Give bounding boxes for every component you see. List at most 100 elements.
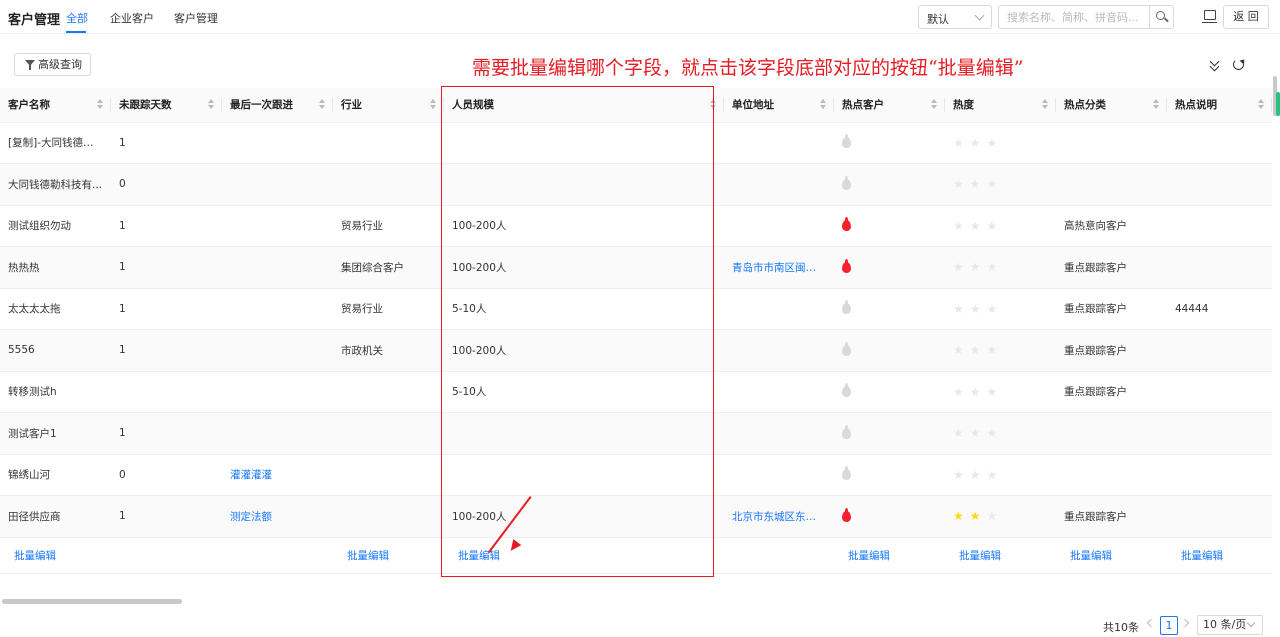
star-icon[interactable]: ★ (987, 509, 1004, 523)
star-icon[interactable]: ★ (953, 509, 970, 523)
cell-last-followup[interactable]: 测定法额 (222, 495, 333, 538)
star-icon[interactable]: ★ (987, 468, 1004, 482)
star-icon[interactable]: ★ (953, 385, 970, 399)
batch-edit-button-hot-customer[interactable]: 批量编辑 (842, 550, 890, 562)
star-icon[interactable]: ★ (987, 219, 1004, 233)
table-row[interactable]: 转移测试h 5-10人 ★★★ 重点跟踪客户 (0, 371, 1272, 413)
table-row[interactable]: 测试组织勿动 1 贸易行业 100-200人 ★★★ 高热意向客户 (0, 205, 1272, 247)
column-header-hot-customer[interactable]: 热点客户 (834, 88, 945, 123)
star-rating[interactable]: ★★★ (953, 219, 1003, 233)
cell-hot-customer[interactable] (834, 371, 945, 413)
star-icon[interactable]: ★ (987, 343, 1004, 357)
column-header-heat[interactable]: 热度 (945, 88, 1056, 123)
flame-icon[interactable] (842, 341, 851, 356)
pager-page-current[interactable]: 1 (1160, 616, 1178, 635)
page-size-select[interactable]: 10 条/页 (1197, 615, 1263, 635)
flame-icon[interactable] (842, 300, 851, 315)
star-icon[interactable]: ★ (953, 302, 970, 316)
sort-icon[interactable] (710, 99, 716, 111)
star-rating[interactable]: ★★★ (953, 509, 1003, 523)
column-header-industry[interactable]: 行业 (333, 88, 444, 123)
cell-hot-customer[interactable] (834, 122, 945, 164)
cell-hot-customer[interactable] (834, 454, 945, 496)
flame-icon[interactable] (842, 507, 851, 522)
star-rating[interactable]: ★★★ (953, 260, 1003, 274)
table-row[interactable]: 田径供应商 1 测定法额 100-200人 北京市东城区东华门街 ★★★ 重点跟踪客户 (0, 495, 1272, 538)
column-header-last-followup[interactable]: 最后一次跟进 (222, 88, 333, 123)
star-icon[interactable]: ★ (970, 343, 987, 357)
flame-icon[interactable] (842, 217, 851, 232)
cell-hot-customer[interactable] (834, 246, 945, 289)
cell-hot-customer[interactable] (834, 205, 945, 247)
cell-heat[interactable]: ★★★ (945, 288, 1056, 330)
cell-heat[interactable]: ★★★ (945, 329, 1056, 372)
star-icon[interactable]: ★ (970, 136, 987, 150)
batch-edit-button-heat[interactable]: 批量编辑 (953, 550, 1001, 562)
cell-heat[interactable]: ★★★ (945, 454, 1056, 496)
table-row[interactable]: 太太太太拖 1 贸易行业 5-10人 ★★★ 重点跟踪客户 44444 (0, 288, 1272, 330)
cell-heat[interactable]: ★★★ (945, 412, 1056, 455)
advanced-query-button[interactable]: 高级查询 (14, 53, 91, 76)
column-header-hot-category[interactable]: 热点分类 (1056, 88, 1167, 123)
sort-icon[interactable] (1258, 99, 1264, 111)
cell-heat[interactable]: ★★★ (945, 246, 1056, 289)
flame-icon[interactable] (842, 383, 851, 398)
column-header-hot-note[interactable]: 热点说明 (1167, 88, 1272, 123)
cell-last-followup[interactable]: 灌灌灌灌 (222, 454, 333, 496)
chevron-left-icon[interactable] (1146, 618, 1156, 628)
table-row[interactable]: 测试客户1 1 ★★★ (0, 412, 1272, 455)
double-chevron-down-icon[interactable] (1209, 56, 1221, 72)
star-icon[interactable]: ★ (970, 426, 987, 440)
star-icon[interactable]: ★ (987, 136, 1004, 150)
cell-hot-customer[interactable] (834, 412, 945, 455)
batch-edit-button-staff-size[interactable]: 批量编辑 (452, 550, 500, 562)
sort-icon[interactable] (931, 99, 937, 111)
star-icon[interactable]: ★ (953, 426, 970, 440)
star-icon[interactable]: ★ (987, 385, 1004, 399)
sort-icon[interactable] (1153, 99, 1159, 111)
search-button[interactable] (1149, 6, 1173, 28)
sort-icon[interactable] (97, 99, 103, 111)
sort-icon[interactable] (430, 99, 436, 111)
horizontal-scrollbar[interactable] (2, 599, 182, 604)
cell-heat[interactable]: ★★★ (945, 371, 1056, 413)
star-rating[interactable]: ★★★ (953, 302, 1003, 316)
tab-all[interactable]: 全部 (66, 10, 88, 26)
star-icon[interactable]: ★ (970, 509, 987, 523)
cell-hot-customer[interactable] (834, 163, 945, 206)
table-row[interactable]: 5556 1 市政机关 100-200人 ★★★ 重点跟踪客户 (0, 329, 1272, 372)
star-rating[interactable]: ★★★ (953, 343, 1003, 357)
star-icon[interactable]: ★ (953, 136, 970, 150)
star-icon[interactable]: ★ (953, 219, 970, 233)
star-icon[interactable]: ★ (987, 302, 1004, 316)
star-rating[interactable]: ★★★ (953, 136, 1003, 150)
back-button[interactable]: 返 回 (1223, 5, 1269, 29)
tab-enterprise-customers[interactable]: 企业客户 (110, 10, 154, 26)
chevron-right-icon[interactable] (1180, 618, 1190, 628)
cell-hot-customer[interactable] (834, 288, 945, 330)
column-header-staff-size[interactable]: 人员规模 (444, 88, 724, 123)
sort-icon[interactable] (208, 99, 214, 111)
batch-edit-button-hot-category[interactable]: 批量编辑 (1064, 550, 1112, 562)
monitor-icon[interactable] (1202, 10, 1217, 23)
table-row[interactable]: 锦绣山河 0 灌灌灌灌 ★★★ (0, 454, 1272, 496)
refresh-icon[interactable] (1233, 59, 1244, 70)
star-icon[interactable]: ★ (970, 468, 987, 482)
star-icon[interactable]: ★ (987, 426, 1004, 440)
column-header-name[interactable]: 客户名称 (0, 88, 111, 123)
star-icon[interactable]: ★ (953, 260, 970, 274)
view-select[interactable]: 默认 (918, 5, 992, 29)
star-icon[interactable]: ★ (970, 260, 987, 274)
flame-icon[interactable] (842, 466, 851, 481)
sort-icon[interactable] (1042, 99, 1048, 111)
table-row[interactable]: 大同钱德勒科技有... 0 ★★★ (0, 163, 1272, 206)
batch-edit-button-name[interactable]: 批量编辑 (8, 550, 56, 562)
star-rating[interactable]: ★★★ (953, 468, 1003, 482)
flame-icon[interactable] (842, 258, 851, 273)
column-header-address[interactable]: 单位地址 (724, 88, 834, 123)
cell-address[interactable]: 北京市东城区东华门街 (724, 495, 834, 538)
batch-edit-button-industry[interactable]: 批量编辑 (341, 550, 389, 562)
sort-icon[interactable] (820, 99, 826, 111)
column-header-days-untracked[interactable]: 未跟踪天数 (111, 88, 222, 123)
cell-heat[interactable]: ★★★ (945, 205, 1056, 247)
